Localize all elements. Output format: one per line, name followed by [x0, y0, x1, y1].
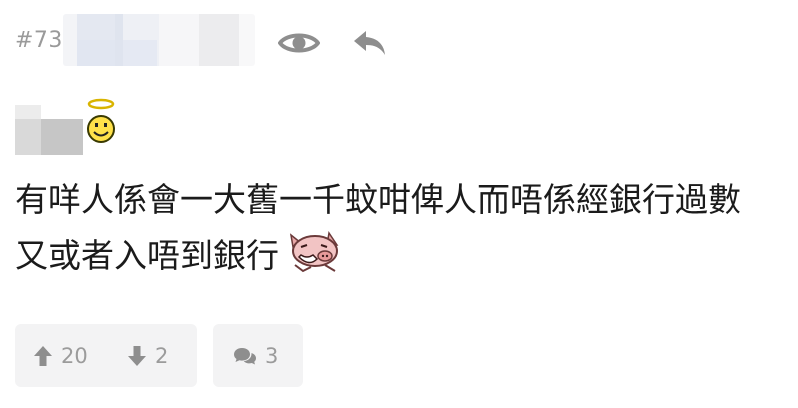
downvote-count: 2: [155, 343, 169, 368]
comment-button[interactable]: 3: [213, 324, 303, 387]
arrow-up-icon: [34, 345, 52, 366]
comment-count: 3: [265, 343, 279, 368]
post-line-2: 又或者入唔到銀行: [15, 228, 795, 284]
angel-smiley-icon: [87, 98, 115, 143]
downvote-button[interactable]: 2: [127, 324, 168, 387]
pig-laugh-icon: [289, 231, 339, 273]
reply-icon[interactable]: [352, 28, 388, 58]
upvote-button[interactable]: 20: [33, 324, 88, 387]
post-line-2-text: 又或者入唔到銀行: [15, 236, 279, 275]
author-name-redacted: [15, 105, 83, 155]
arrow-down-icon: [128, 345, 146, 366]
vote-box: 20 2: [15, 324, 197, 387]
post-line-1: 有咩人係會一大舊一千蚊咁俾人而唔係經銀行過數: [15, 180, 741, 219]
eye-icon[interactable]: [278, 30, 320, 56]
username-redacted: [63, 14, 255, 66]
post-number: #73: [15, 28, 63, 53]
upvote-count: 20: [61, 343, 88, 368]
post-content: 有咩人係會一大舊一千蚊咁俾人而唔係經銀行過數 又或者入唔到銀行: [15, 172, 795, 284]
post-header: #73: [0, 14, 798, 70]
comment-bubbles-icon: [234, 347, 256, 364]
